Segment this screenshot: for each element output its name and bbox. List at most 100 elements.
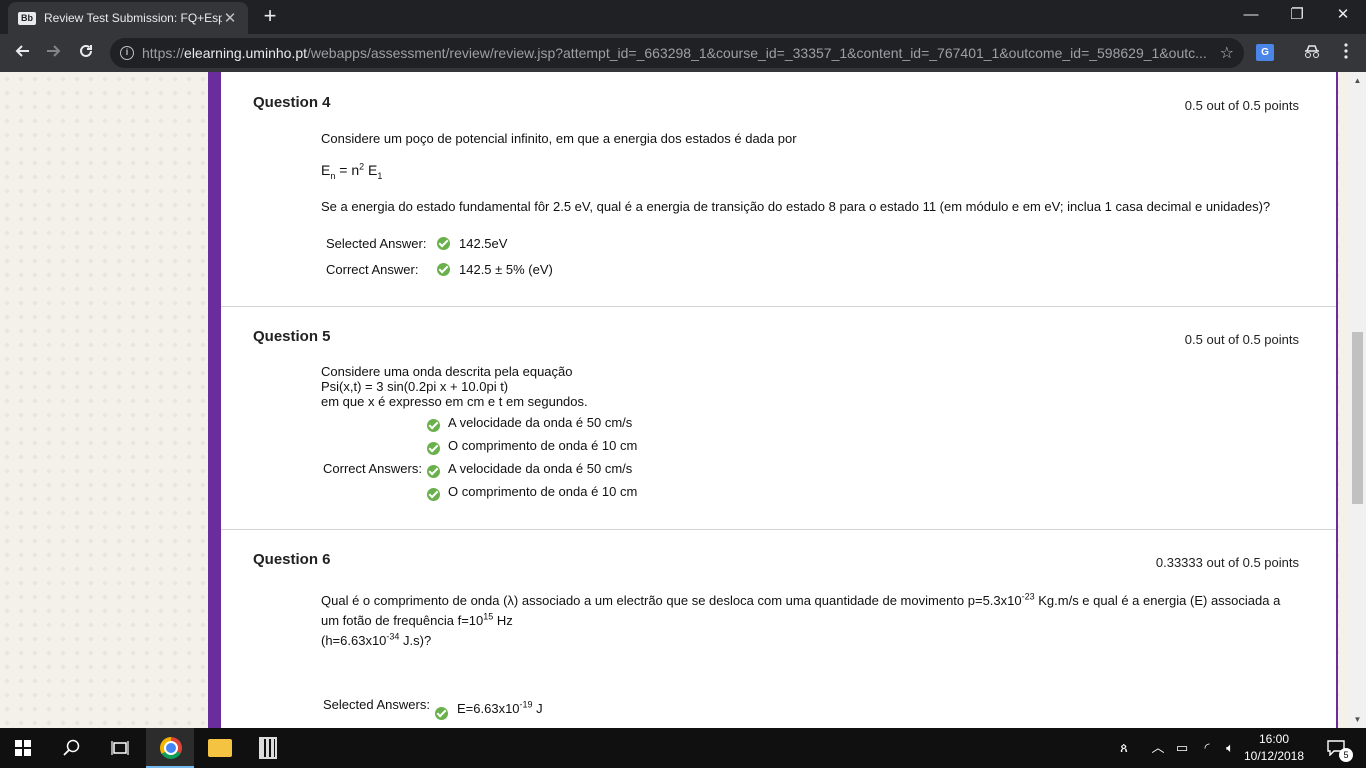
- correct-check-icon: [427, 488, 440, 501]
- taskbar-calculator[interactable]: [244, 728, 292, 768]
- people-icon[interactable]: ጰ: [1112, 728, 1136, 768]
- notification-count-badge: 5: [1339, 748, 1353, 762]
- clock-date: 10/12/2018: [1243, 749, 1305, 763]
- address-bar[interactable]: i https://elearning.uminho.pt/webapps/as…: [110, 38, 1244, 68]
- more-vert-icon: [1344, 43, 1348, 59]
- question-points: 0.5 out of 0.5 points: [1184, 332, 1299, 347]
- arrow-left-icon: [15, 45, 29, 57]
- close-window-button[interactable]: ✕: [1320, 0, 1366, 34]
- minimize-button[interactable]: —: [1228, 0, 1274, 34]
- chrome-icon: [160, 737, 182, 759]
- forward-button[interactable]: [40, 39, 68, 67]
- selected-answers-label: Selected Answers:: [323, 697, 430, 712]
- task-view-button[interactable]: [96, 728, 144, 768]
- question-formula: En = n2 E1: [321, 162, 383, 181]
- correct-check-icon: [427, 419, 440, 432]
- text-part: J.s)?: [399, 633, 432, 648]
- text-sup: 15: [483, 611, 494, 622]
- arrow-right-icon: [47, 45, 61, 57]
- incognito-icon: [1305, 45, 1319, 58]
- wifi-icon[interactable]: ◜: [1196, 728, 1218, 768]
- selected-answer-label: Selected Answer:: [326, 236, 427, 251]
- question-title: Question 5: [253, 328, 331, 345]
- question-line: Psi(x,t) = 3 sin(0.2pi x + 10.0pi t): [321, 379, 509, 394]
- text-part: (h=6.63x10: [321, 633, 387, 648]
- answer-option: O comprimento de onda é 10 cm: [448, 438, 638, 453]
- correct-check-icon: [437, 263, 450, 276]
- chevron-up-icon[interactable]: ︿: [1148, 728, 1168, 768]
- correct-check-icon: [427, 465, 440, 478]
- battery-icon[interactable]: ▭: [1172, 728, 1192, 768]
- text-part: E=6.63x10: [457, 701, 520, 716]
- start-button[interactable]: [0, 728, 48, 768]
- formula-sub: 1: [377, 170, 383, 181]
- text-part: J: [532, 701, 543, 716]
- task-view-icon: [111, 741, 129, 755]
- text-sup: -34: [386, 631, 400, 642]
- selected-answer-value: 142.5eV: [459, 236, 508, 251]
- formula-part: E: [321, 162, 331, 178]
- question-text-line: um fotão de frequência f=1015 Hz: [321, 611, 513, 628]
- question-divider: [221, 529, 1336, 530]
- menu-button[interactable]: [1332, 39, 1360, 67]
- correct-check-icon: [437, 237, 450, 250]
- question-intro: Considere um poço de potencial infinito,…: [321, 131, 797, 146]
- system-clock[interactable]: 16:00 10/12/2018: [1238, 731, 1310, 765]
- text-part: um fotão de frequência f=10: [321, 613, 484, 628]
- question-points: 0.5 out of 0.5 points: [1184, 98, 1299, 113]
- question-prompt: Se a energia do estado fundamental fôr 2…: [321, 199, 1271, 214]
- formula-part: E: [364, 162, 378, 178]
- info-icon[interactable]: i: [120, 46, 134, 60]
- browser-tab[interactable]: Bb Review Test Submission: FQ+Esp ✕: [8, 2, 248, 34]
- answer-option: A velocidade da onda é 50 cm/s: [448, 415, 633, 430]
- search-button[interactable]: [48, 728, 96, 768]
- action-center-button[interactable]: 5: [1316, 728, 1356, 768]
- scroll-down-icon[interactable]: ▼: [1349, 711, 1366, 728]
- url-host: elearning.uminho.pt: [184, 45, 308, 61]
- bookmark-star-icon[interactable]: ☆: [1220, 43, 1234, 63]
- url-scheme: https://: [142, 45, 185, 61]
- question-title: Question 6: [253, 551, 331, 568]
- test-review-content: Question 4 0.5 out of 0.5 points Conside…: [221, 72, 1336, 728]
- volume-icon[interactable]: 🔈︎: [1220, 728, 1240, 768]
- reload-button[interactable]: [72, 39, 100, 67]
- scrollbar-thumb[interactable]: [1352, 332, 1363, 504]
- search-icon: [63, 739, 80, 756]
- clock-time: 16:00: [1258, 732, 1290, 746]
- scroll-up-icon[interactable]: ▲: [1349, 72, 1366, 89]
- translate-extension-icon[interactable]: G: [1256, 44, 1274, 61]
- calculator-icon: [259, 737, 277, 759]
- reload-icon: [80, 44, 92, 57]
- answer-option: O comprimento de onda é 10 cm: [448, 484, 638, 499]
- restore-button[interactable]: ❐: [1274, 0, 1320, 34]
- taskbar-file-explorer[interactable]: [196, 728, 244, 768]
- question-title: Question 4: [253, 94, 331, 111]
- folder-icon: [208, 739, 232, 757]
- selected-answer-value: E=6.63x10-19 J: [457, 700, 543, 716]
- text-sup: -23: [1021, 591, 1035, 602]
- page-viewport: Question 4 0.5 out of 0.5 points Conside…: [0, 72, 1366, 728]
- back-button[interactable]: [8, 39, 36, 67]
- question-line: em que x é expresso em cm e t em segundo…: [321, 394, 588, 409]
- tab-close-icon[interactable]: ✕: [222, 9, 238, 27]
- page-scrollbar[interactable]: ▲ ▼: [1349, 72, 1366, 728]
- question-text-line: Qual é o comprimento de onda (λ) associa…: [321, 591, 1311, 608]
- extensions-button[interactable]: [1298, 39, 1326, 67]
- new-tab-button[interactable]: +: [258, 5, 282, 29]
- correct-answer-label: Correct Answer:: [326, 262, 419, 277]
- text-part: Qual é o comprimento de onda (λ) associa…: [321, 593, 1022, 608]
- correct-answers-label: Correct Answers:: [323, 461, 422, 476]
- formula-part: = n: [335, 162, 360, 178]
- text-part: Hz: [493, 613, 513, 628]
- question-line: Considere uma onda descrita pela equação: [321, 364, 573, 379]
- correct-check-icon: [435, 707, 448, 720]
- url-text[interactable]: https://elearning.uminho.pt/webapps/asse…: [142, 45, 1214, 61]
- question-divider: [221, 306, 1336, 307]
- browser-titlebar: Bb Review Test Submission: FQ+Esp ✕ + — …: [0, 0, 1366, 34]
- correct-answer-value: 142.5 ± 5% (eV): [459, 262, 553, 277]
- question-text-line: (h=6.63x10-34 J.s)?: [321, 631, 432, 648]
- taskbar-chrome[interactable]: [146, 728, 194, 768]
- text-part: Kg.m/s e qual é a energia (E) associada …: [1034, 593, 1281, 608]
- windows-logo-icon: [15, 740, 31, 756]
- url-path: /webapps/assessment/review/review.jsp?at…: [307, 45, 1207, 61]
